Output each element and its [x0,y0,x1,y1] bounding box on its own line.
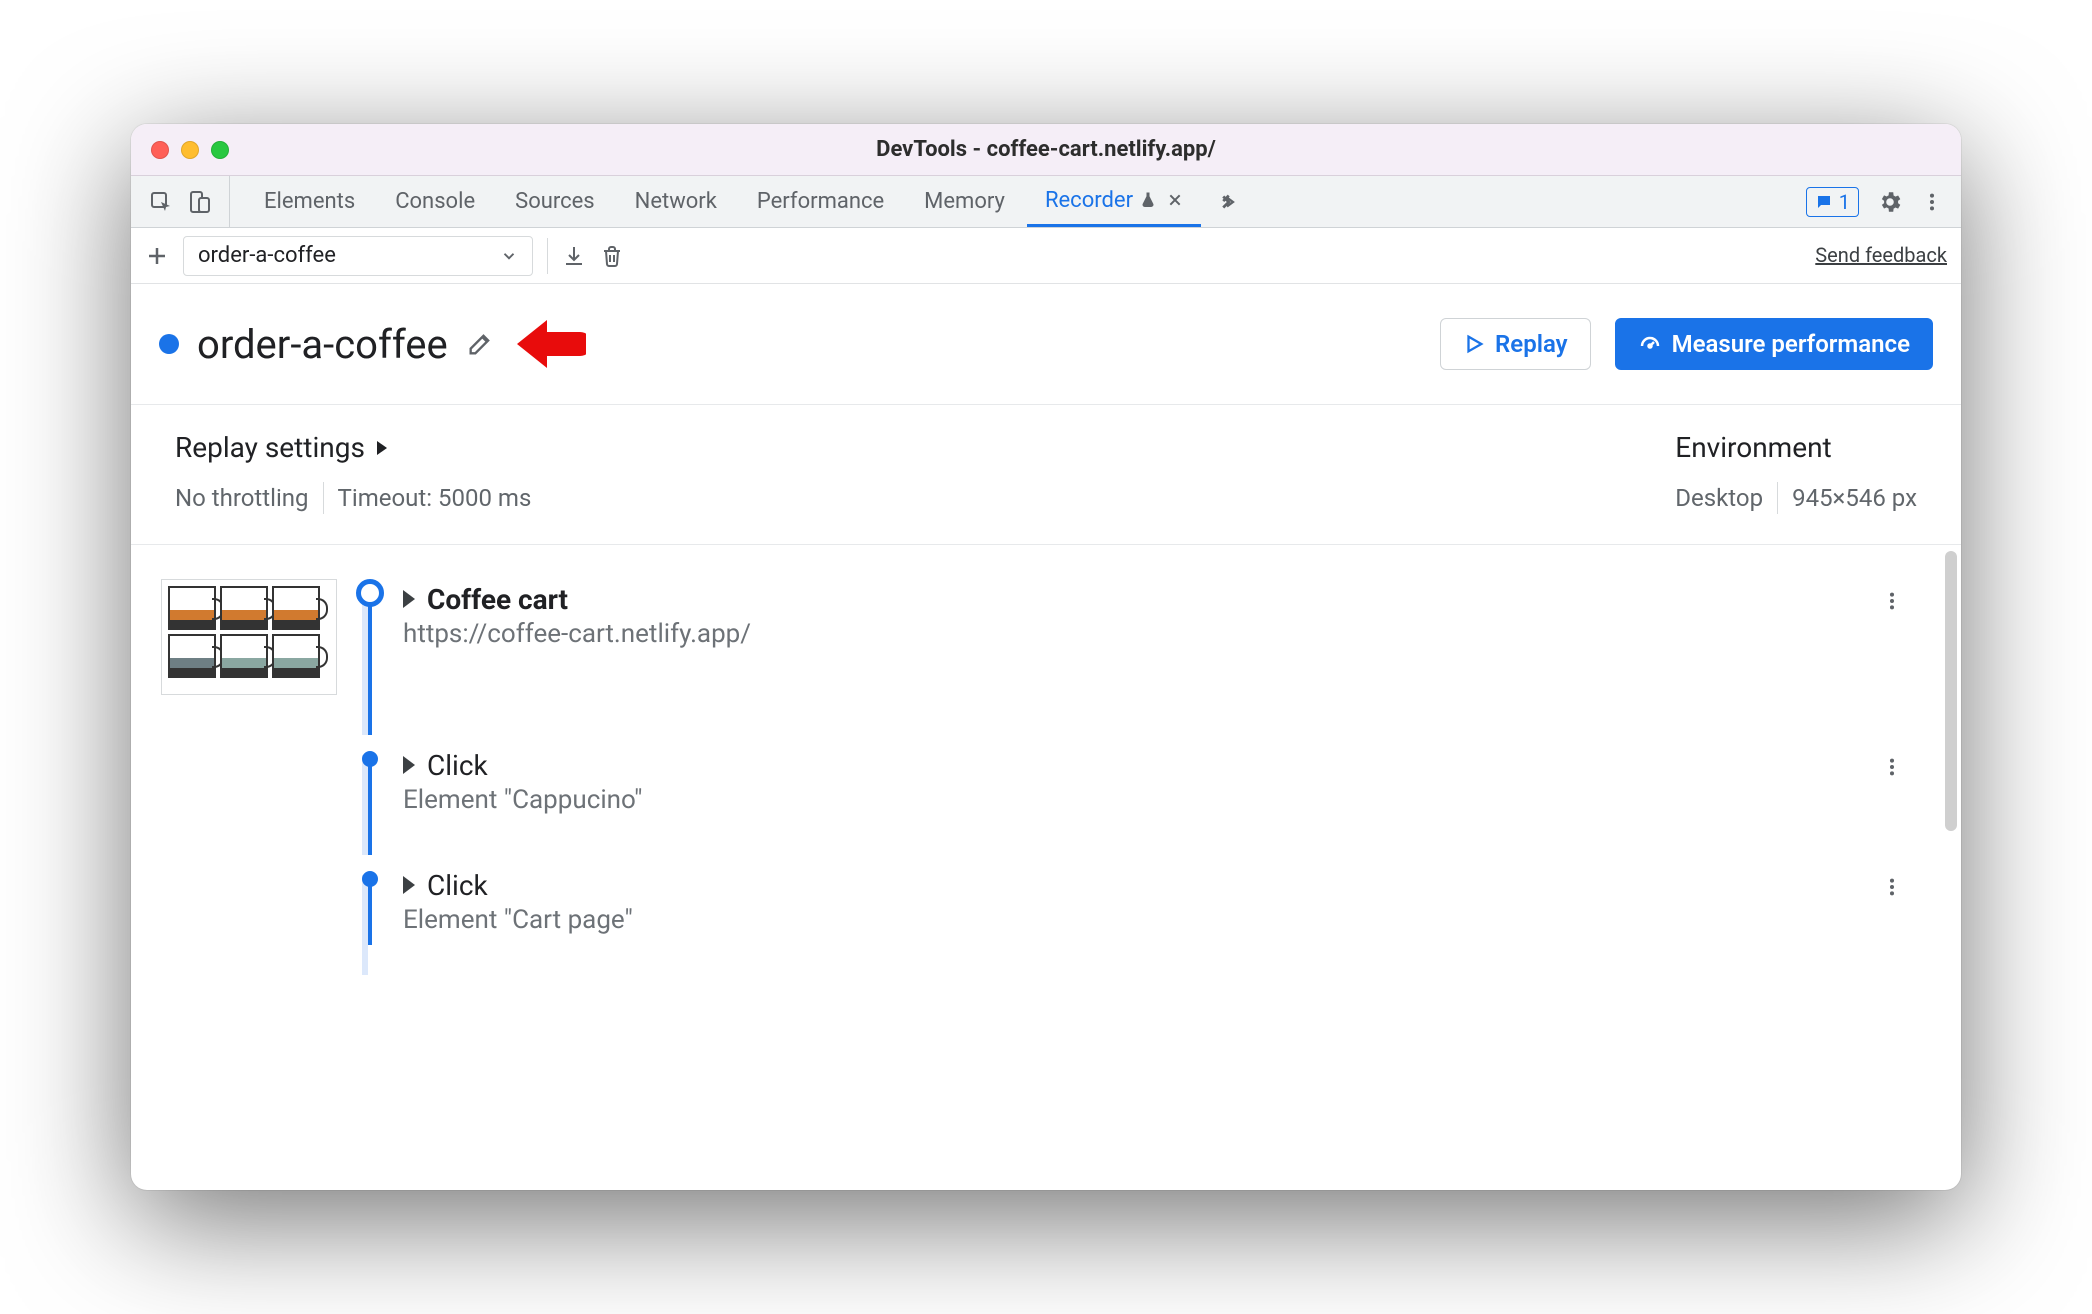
tab-sources[interactable]: Sources [497,176,613,227]
titlebar: DevTools - coffee-cart.netlify.app/ [131,124,1961,176]
expand-caret-icon [403,876,415,894]
replay-button[interactable]: Replay [1440,318,1591,370]
environment-title: Environment [1675,431,1917,464]
settings-gear-icon[interactable] [1877,189,1903,215]
window-title: DevTools - coffee-cart.netlify.app/ [131,137,1961,162]
viewport-value: 945×546 px [1792,484,1917,512]
step-title: Coffee cart [427,583,568,616]
maximize-window-button[interactable] [211,141,229,159]
separator [1777,482,1778,514]
panel-tabs: Elements Console Sources Network Perform… [131,176,1961,228]
issues-count: 1 [1839,190,1850,214]
delete-icon[interactable] [600,244,624,268]
device-toolbar-icon[interactable] [187,190,211,214]
step-menu-icon[interactable] [1881,753,1903,781]
edit-title-icon[interactable] [466,330,494,358]
send-feedback-link[interactable]: Send feedback [1815,243,1947,267]
expand-caret-icon [403,590,415,608]
minimize-window-button[interactable] [181,141,199,159]
step-expand[interactable]: Coffee cart [403,579,1921,619]
step-menu-icon[interactable] [1881,587,1903,615]
recorder-toolbar: order-a-coffee Send feedback [131,228,1961,284]
replay-button-label: Replay [1495,330,1568,358]
step-menu-icon[interactable] [1881,873,1903,901]
replay-settings-row: Replay settings No throttling Timeout: 5… [131,405,1961,545]
measure-performance-button-label: Measure performance [1672,330,1910,358]
step-subtitle: Element "Cappucino" [403,785,1921,815]
step-thumbnail [161,579,337,695]
tab-recorder[interactable]: Recorder [1027,176,1201,227]
kebab-menu-icon[interactable] [1921,191,1943,213]
step-click: Click Element "Cappucino" [161,745,1921,815]
close-tab-icon[interactable] [1167,192,1183,208]
separator [323,482,324,514]
step-subtitle: https://coffee-cart.netlify.app/ [403,619,1921,649]
timeout-value: Timeout: 5000 ms [338,484,532,512]
more-tabs-icon[interactable] [1205,176,1249,227]
recording-select-value: order-a-coffee [198,243,336,268]
download-icon[interactable] [562,244,586,268]
measure-performance-button[interactable]: Measure performance [1615,318,1933,370]
recording-select[interactable]: order-a-coffee [183,236,533,276]
devtools-window: DevTools - coffee-cart.netlify.app/ [131,124,1961,1190]
expand-caret-icon [375,439,389,457]
new-recording-icon[interactable] [145,244,169,268]
step-title: Click [427,869,488,902]
scrollbar[interactable] [1945,551,1957,831]
step-title: Click [427,749,488,782]
inspect-element-icon[interactable] [149,190,173,214]
device-value: Desktop [1675,484,1763,512]
separator [547,238,548,274]
tab-performance[interactable]: Performance [739,176,902,227]
step-subtitle: Element "Cart page" [403,905,1921,935]
step-initial: Coffee cart https://coffee-cart.netlify.… [161,579,1921,695]
expand-caret-icon [403,756,415,774]
annotation-arrow-icon [512,314,586,374]
close-window-button[interactable] [151,141,169,159]
step-click: Click Element "Cart page" [161,865,1921,935]
throttling-value: No throttling [175,484,309,512]
experiment-flask-icon [1139,191,1157,209]
replay-settings-title[interactable]: Replay settings [175,431,531,464]
recording-title: order-a-coffee [197,321,448,368]
step-expand[interactable]: Click [403,865,1921,905]
recording-header: order-a-coffee Replay Measure performanc… [131,284,1961,405]
window-controls [131,141,229,159]
tab-network[interactable]: Network [617,176,735,227]
tab-memory[interactable]: Memory [906,176,1023,227]
chevron-down-icon [500,247,518,265]
tab-elements[interactable]: Elements [246,176,373,227]
status-dot-icon [159,334,179,354]
step-expand[interactable]: Click [403,745,1921,785]
steps-area: Coffee cart https://coffee-cart.netlify.… [131,545,1961,1190]
issues-chip[interactable]: 1 [1806,187,1859,217]
tab-console[interactable]: Console [377,176,493,227]
